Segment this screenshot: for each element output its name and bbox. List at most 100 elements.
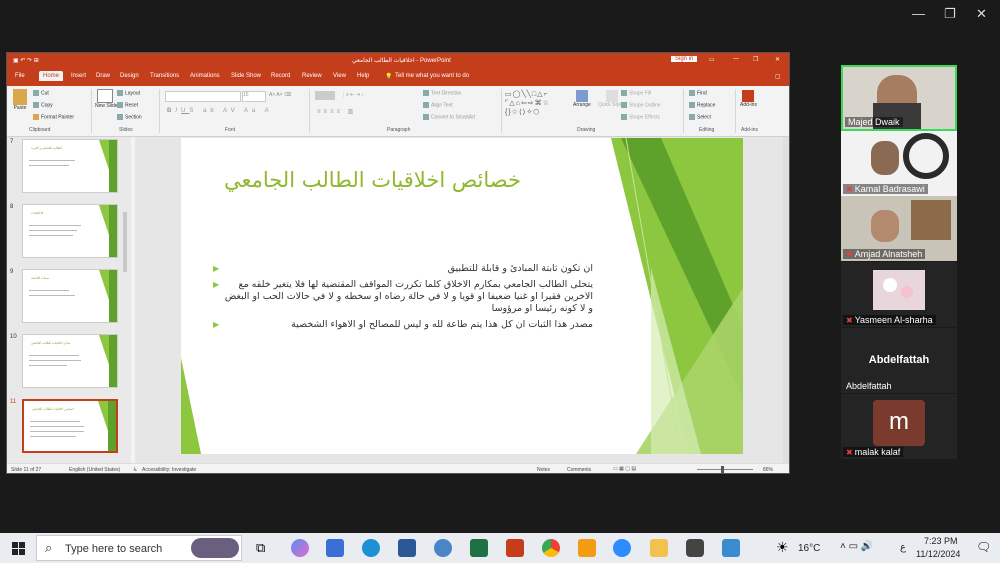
photos-icon[interactable] xyxy=(722,539,740,557)
find-button[interactable]: Find xyxy=(689,90,707,96)
arrange-button[interactable]: Arrange xyxy=(573,90,591,108)
tab-help[interactable]: Help xyxy=(357,73,369,79)
align-buttons[interactable]: ≡≡≡≡ ▥ xyxy=(317,108,356,115)
tab-insert[interactable]: Insert xyxy=(71,73,86,79)
list-buttons[interactable]: ⋮≡ ⇤ ⇥ ↕ xyxy=(341,92,364,98)
align-text-button[interactable]: Align Text xyxy=(423,102,453,108)
thumb-line xyxy=(30,431,84,432)
add-ins-button[interactable]: Add-ins xyxy=(740,90,757,108)
slide-thumbnail[interactable]: الطالب الجامعي و الحرية xyxy=(22,139,118,193)
app-orange-icon[interactable] xyxy=(578,539,596,557)
windows-start-icon[interactable] xyxy=(12,542,25,555)
slide-body[interactable]: ▶ ان تكون ثابتة المبادئ و قابلة للتطبيق ▶… xyxy=(213,263,593,331)
slide-thumbnail[interactable]: مبادئ اخلاقيات الطالب الجامعي xyxy=(22,334,118,388)
accessibility-status[interactable]: Accessibility: Investigate xyxy=(142,467,196,473)
shape-outline-button[interactable]: Shape Outline xyxy=(621,102,661,108)
weather-icon[interactable]: ☀ xyxy=(776,539,789,556)
tab-review[interactable]: Review xyxy=(302,73,322,79)
powerpoint-icon[interactable] xyxy=(506,539,524,557)
clock-date[interactable]: 11/12/2024 xyxy=(916,549,960,559)
section-button[interactable]: Section xyxy=(117,114,142,120)
view-buttons[interactable]: ▭ ▦ ▢ ▤ xyxy=(613,466,636,472)
cut-button[interactable]: Cut xyxy=(33,90,49,96)
language-indicator[interactable]: English (United States) xyxy=(69,467,120,473)
participant-name-wrap: ✖ Kamal Badrasawi xyxy=(843,184,928,194)
zoom-icon[interactable] xyxy=(613,539,631,557)
tab-record[interactable]: Record xyxy=(271,73,290,79)
shapes-gallery[interactable]: ▭◯╲╲□△⌐ ⌜△⌂⇦⇨⌘☆ {}☆⟨⟩✧⬡ xyxy=(505,90,550,117)
participant-tile[interactable]: ✖ Amjad Alnatsheh xyxy=(841,196,957,261)
slide-thumbnail[interactable]: الاخلاقيات xyxy=(22,204,118,258)
ribbon-display-icon[interactable]: ▭ xyxy=(709,56,715,63)
layout-button[interactable]: Layout xyxy=(117,90,140,96)
tell-me-search[interactable]: Tell me what you want to do xyxy=(395,73,469,79)
format-painter-button[interactable]: Format Painter xyxy=(33,114,74,120)
font-grow-icon[interactable]: A˄ A˅ ⌫ xyxy=(269,92,291,98)
network-app-icon[interactable] xyxy=(434,539,452,557)
comments-button[interactable]: Comments xyxy=(567,467,591,473)
close-button[interactable]: ✕ xyxy=(976,6,987,22)
participant-tile[interactable]: m ✖ malak kalaf xyxy=(841,394,957,459)
autosave-icon[interactable]: ▣ ↶ ↷ ⊞ xyxy=(13,57,39,64)
new-slide-button[interactable]: New Slide xyxy=(95,89,118,109)
clock-time[interactable]: 7:23 PM xyxy=(924,536,958,546)
reset-button[interactable]: Reset xyxy=(117,102,138,108)
font-name-box[interactable] xyxy=(165,91,241,102)
slide-thumbnail-selected[interactable]: خصائص اخلاقيات الطالب الجامعي xyxy=(22,399,118,453)
zoom-level[interactable]: 86% xyxy=(763,467,773,473)
tab-transitions[interactable]: Transitions xyxy=(150,73,179,79)
participant-tile-active[interactable]: Majed Dwaik xyxy=(841,65,957,131)
zoom-slider-thumb[interactable] xyxy=(721,466,724,473)
text-direction-button[interactable]: Text Direction xyxy=(423,90,461,96)
pp-minimize-button[interactable]: — xyxy=(733,56,739,62)
file-explorer-icon[interactable] xyxy=(650,539,668,557)
font-format-buttons[interactable]: BIUS ab AV Aa A xyxy=(167,108,273,114)
tab-animations[interactable]: Animations xyxy=(190,73,220,79)
media-player-icon[interactable] xyxy=(686,539,704,557)
restore-button[interactable]: ❐ xyxy=(944,6,956,22)
select-button[interactable]: Select xyxy=(689,114,711,120)
mail-icon[interactable] xyxy=(326,539,344,557)
word-icon[interactable] xyxy=(398,539,416,557)
thumbnail-scrollbar[interactable] xyxy=(123,212,127,272)
participant-tile[interactable]: Abdelfattah Abdelfattah xyxy=(841,328,957,393)
slide-thumbnail[interactable]: سمات الجامعة xyxy=(22,269,118,323)
taskbar-search-box[interactable]: ⌕ Type here to search xyxy=(36,535,242,561)
tab-slide-show[interactable]: Slide Show xyxy=(231,73,261,79)
tray-icons[interactable]: ˄ ▭ 🔊 xyxy=(840,541,873,552)
pp-restore-button[interactable]: ❐ xyxy=(753,56,758,63)
slide-canvas[interactable]: خصائص اخلاقيات الطالب الجامعي ▶ ان تكون ث… xyxy=(181,138,743,454)
tab-home[interactable]: Home xyxy=(39,71,64,81)
input-language[interactable]: ع xyxy=(900,542,906,553)
shape-effects-button[interactable]: Shape Effects xyxy=(621,114,660,120)
shape-fill-button[interactable]: Shape Fill xyxy=(621,90,651,96)
excel-icon[interactable] xyxy=(470,539,488,557)
tab-draw[interactable]: Draw xyxy=(96,73,110,79)
notes-button[interactable]: Notes xyxy=(537,467,550,473)
arrange-icon xyxy=(575,90,588,102)
tab-file[interactable]: File xyxy=(15,73,25,79)
comments-icon[interactable]: ▢ xyxy=(775,73,781,80)
replace-button[interactable]: Replace xyxy=(689,102,715,108)
notifications-icon[interactable]: 🗨 xyxy=(976,540,991,554)
copy-button[interactable]: Copy xyxy=(33,102,53,108)
weather-temp[interactable]: 16°C xyxy=(798,543,820,554)
paste-button[interactable]: Paste xyxy=(13,89,27,111)
chrome-icon[interactable] xyxy=(542,539,560,557)
slide-title[interactable]: خصائص اخلاقيات الطالب الجامعي xyxy=(221,168,521,192)
smartart-button[interactable]: Convert to SmartArt xyxy=(423,114,475,120)
tab-design[interactable]: Design xyxy=(120,73,139,79)
sign-in-button[interactable]: Sign in xyxy=(671,56,698,62)
font-size-box[interactable]: 16 xyxy=(242,91,266,102)
minimize-button[interactable]: — xyxy=(912,6,925,21)
copilot-icon[interactable] xyxy=(291,539,309,557)
bullets-button[interactable] xyxy=(315,91,335,100)
pp-close-button[interactable]: ✕ xyxy=(775,56,780,63)
zoom-slider[interactable] xyxy=(697,469,753,470)
task-view-icon[interactable]: ⧉ xyxy=(256,540,265,556)
edge-icon[interactable] xyxy=(362,539,380,557)
participant-tile[interactable]: ✖ Kamal Badrasawi xyxy=(841,131,957,196)
participant-tile[interactable]: ✖ Yasmeen Al-sharha xyxy=(841,262,957,327)
tab-view[interactable]: View xyxy=(333,73,346,79)
slide-scrollbar[interactable] xyxy=(783,137,789,463)
